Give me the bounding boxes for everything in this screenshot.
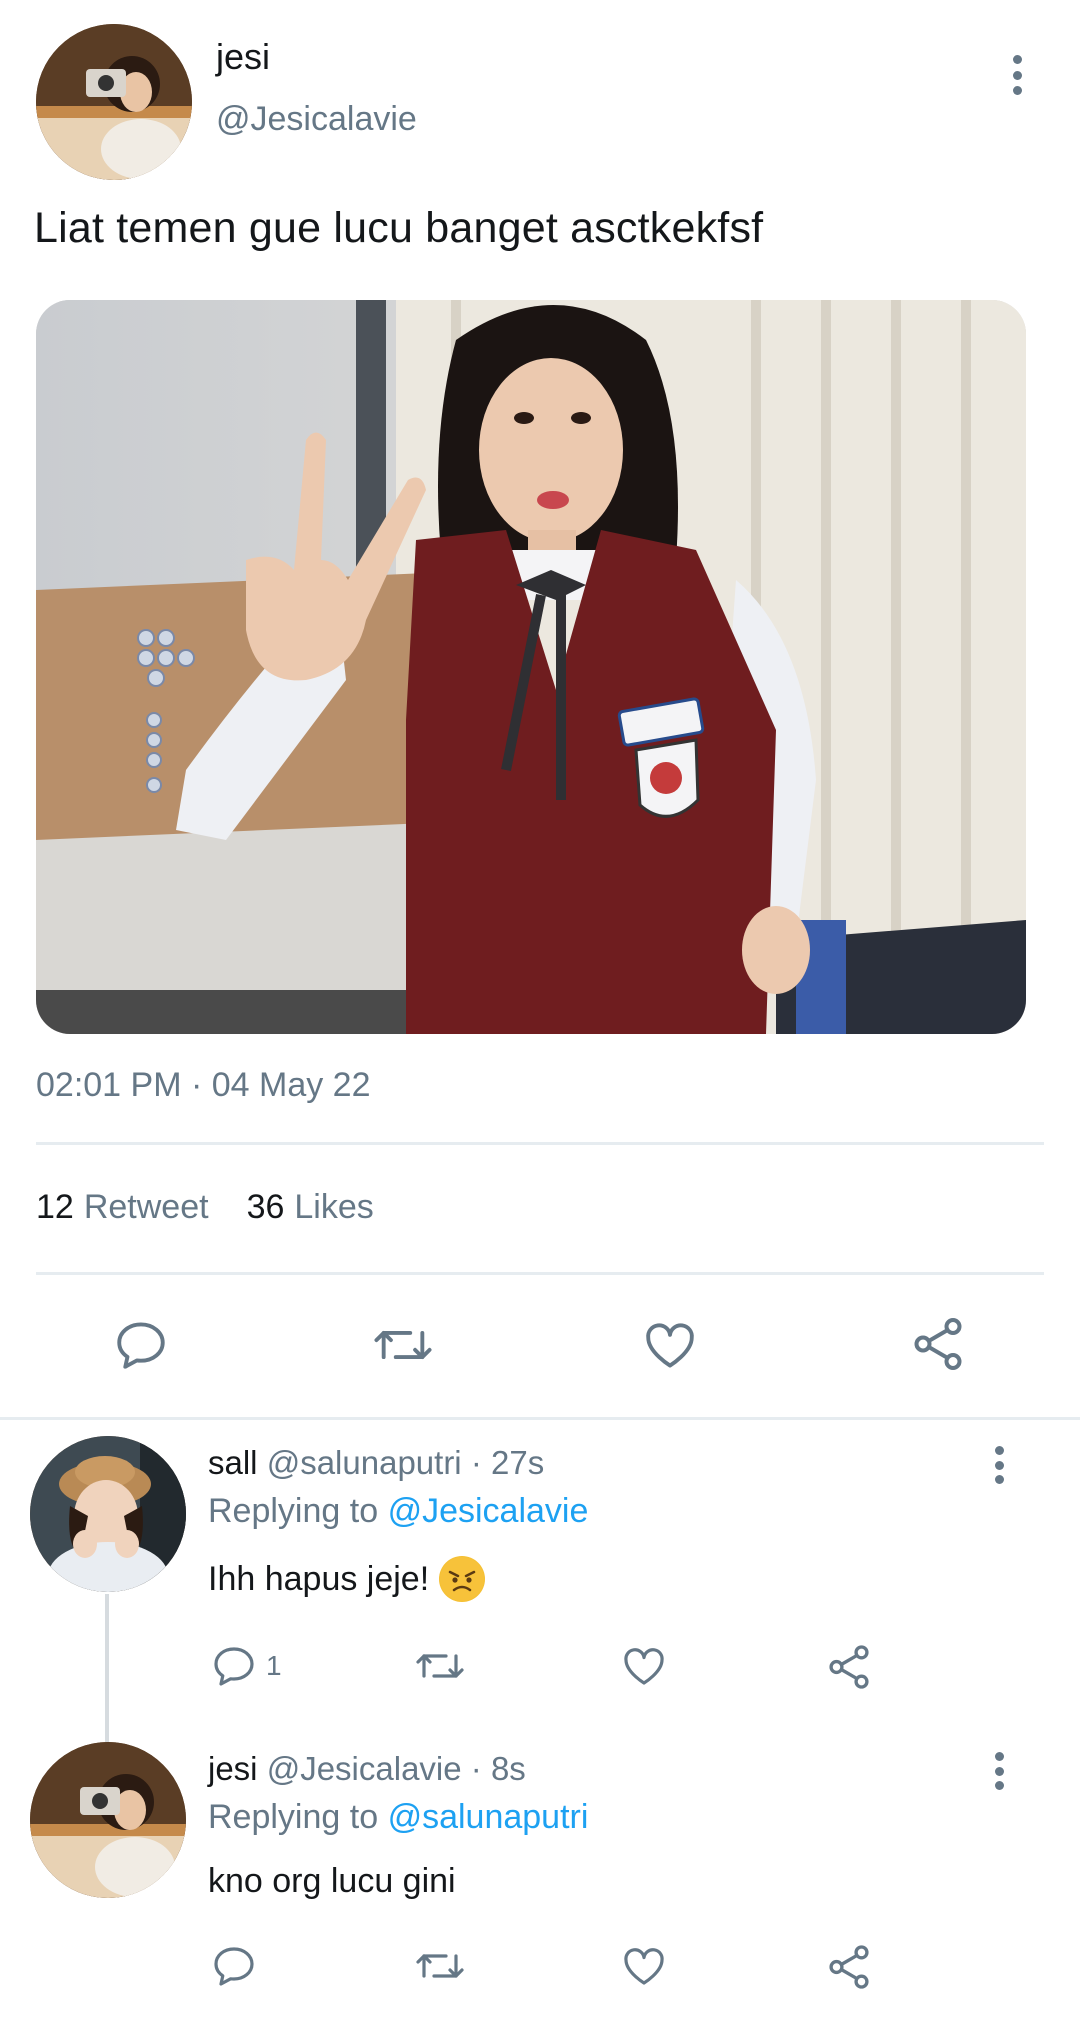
handle[interactable]: @salunaputri bbox=[267, 1444, 462, 1481]
replying-label: Replying to bbox=[208, 1798, 379, 1836]
reply-header: jesi @Jesicalavie · 8s bbox=[208, 1750, 526, 1788]
tweet-media-photo[interactable] bbox=[36, 300, 1026, 1034]
angry-face-emoji bbox=[439, 1556, 486, 1602]
more-options-icon[interactable] bbox=[1005, 55, 1029, 95]
replying-to: Replying to @Jesicalavie bbox=[208, 1492, 588, 1531]
reply-text: kno org lucu gini bbox=[208, 1862, 456, 1901]
reply-text-content: kno org lucu gini bbox=[208, 1862, 456, 1900]
avatar[interactable] bbox=[30, 1742, 186, 1898]
avatar[interactable] bbox=[36, 24, 192, 180]
reply-time: · 27s bbox=[470, 1444, 545, 1481]
likes-count: 36 bbox=[246, 1188, 285, 1226]
thread-line bbox=[105, 1594, 109, 1742]
replying-to: Replying to @salunaputri bbox=[208, 1798, 588, 1837]
like-icon[interactable] bbox=[620, 1642, 668, 1690]
replying-to-link[interactable]: @Jesicalavie bbox=[388, 1492, 589, 1530]
retweet-stat[interactable]: 12 Retweet bbox=[36, 1188, 209, 1227]
likes-stat[interactable]: 36 Likes bbox=[247, 1188, 374, 1227]
reply-count: 1 bbox=[266, 1650, 282, 1681]
retweet-count: 12 bbox=[36, 1188, 74, 1226]
reply-time: · 8s bbox=[470, 1750, 526, 1787]
like-icon[interactable] bbox=[640, 1316, 700, 1374]
reply-header: sall @salunaputri · 27s bbox=[208, 1444, 544, 1482]
reply-icon[interactable]: 1 bbox=[210, 1642, 282, 1690]
share-icon[interactable] bbox=[824, 1942, 874, 1992]
reply-icon[interactable] bbox=[210, 1942, 258, 1990]
retweet-icon[interactable] bbox=[370, 1316, 436, 1374]
tweet-text: Liat temen gue lucu banget asctkekfsf bbox=[34, 204, 764, 252]
divider bbox=[36, 1142, 1044, 1145]
reply-icon[interactable] bbox=[112, 1316, 170, 1374]
more-options-icon[interactable] bbox=[987, 1446, 1011, 1484]
handle[interactable]: @Jesicalavie bbox=[216, 100, 417, 139]
share-icon[interactable] bbox=[824, 1642, 874, 1692]
retweet-icon[interactable] bbox=[412, 1942, 468, 1990]
display-name[interactable]: jesi bbox=[216, 36, 270, 78]
more-options-icon[interactable] bbox=[987, 1752, 1011, 1790]
divider bbox=[36, 1272, 1044, 1275]
retweet-label: Retweet bbox=[83, 1188, 209, 1226]
reply-text-content: Ihh hapus jeje! bbox=[208, 1559, 430, 1598]
avatar[interactable] bbox=[30, 1436, 186, 1592]
tweet-stats: 12 Retweet 36 Likes bbox=[36, 1188, 374, 1227]
replying-to-link[interactable]: @salunaputri bbox=[388, 1798, 589, 1836]
main-tweet: jesi @Jesicalavie Liat temen gue lucu ba… bbox=[0, 0, 1080, 1420]
likes-label: Likes bbox=[294, 1188, 374, 1226]
tweet-timestamp: 02:01 PM · 04 May 22 bbox=[36, 1066, 371, 1104]
display-name[interactable]: sall bbox=[208, 1444, 258, 1481]
share-icon[interactable] bbox=[908, 1314, 968, 1374]
handle[interactable]: @Jesicalavie bbox=[267, 1750, 462, 1787]
display-name[interactable]: jesi bbox=[208, 1750, 258, 1787]
like-icon[interactable] bbox=[620, 1942, 668, 1990]
section-separator bbox=[0, 1417, 1080, 1420]
replying-label: Replying to bbox=[208, 1492, 379, 1530]
reply-text: Ihh hapus jeje! bbox=[208, 1556, 486, 1602]
retweet-icon[interactable] bbox=[412, 1642, 468, 1690]
